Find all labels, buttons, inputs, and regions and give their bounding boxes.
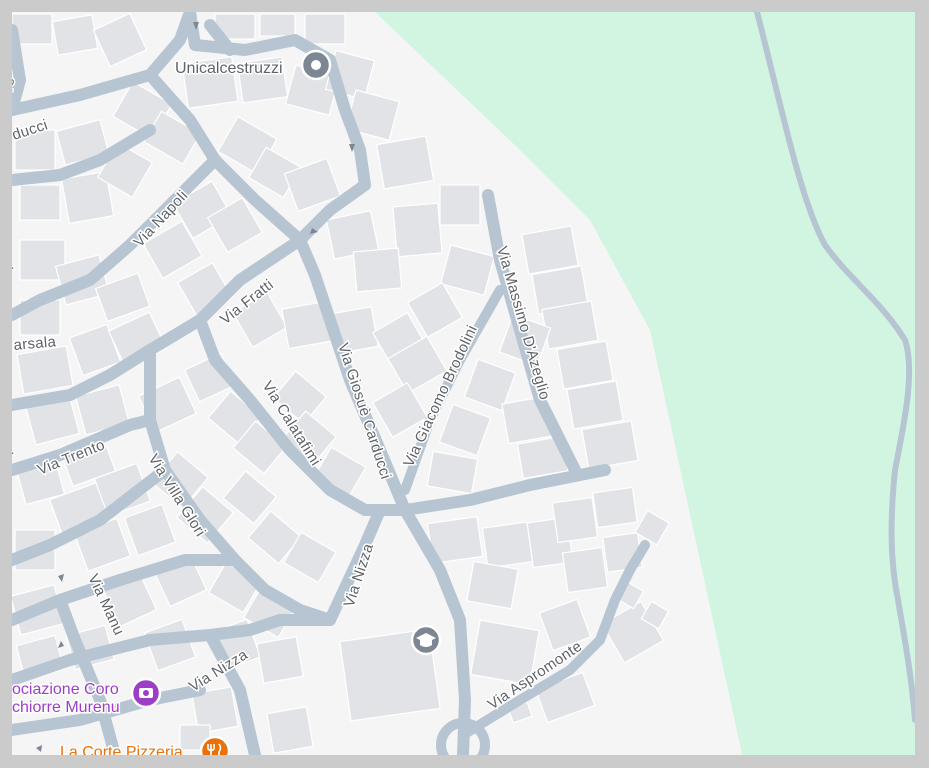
poi-label-unicalcestruzzi[interactable]: Unicalcestruzzi [174, 59, 285, 79]
graduation-cap-icon[interactable] [410, 624, 442, 656]
theater-icon[interactable] [130, 677, 162, 709]
poi-label-pizzeria[interactable]: La Corte Pizzeria [59, 743, 185, 756]
poi-label-coro-line1[interactable]: ociazione Coro [12, 680, 120, 700]
poi-school[interactable] [410, 624, 442, 656]
map-frame: Via Napoli Via Fratti Via Giosuè Carducc… [0, 0, 929, 768]
map-pin-icon[interactable] [300, 49, 332, 81]
map-canvas[interactable]: Via Napoli Via Fratti Via Giosuè Carducc… [12, 12, 915, 755]
poi-label-coro-line2[interactable]: chiorre Murenu [12, 698, 121, 718]
restaurant-icon[interactable] [199, 735, 231, 755]
